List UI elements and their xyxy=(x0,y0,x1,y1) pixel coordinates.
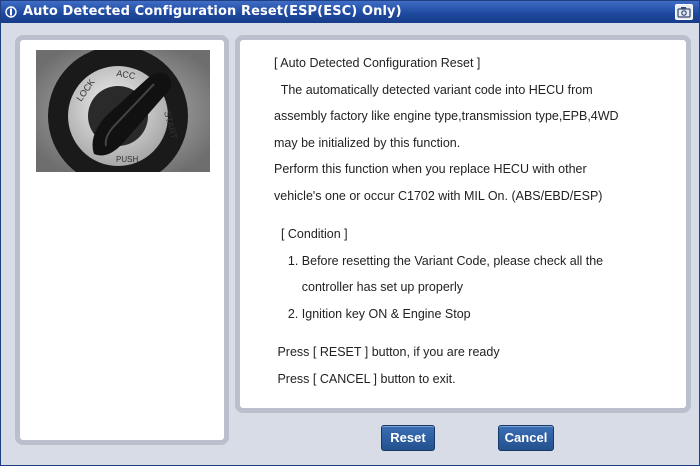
image-panel: LOCK ACC START PUSH xyxy=(15,35,229,445)
condition-item: controller has set up properly xyxy=(274,280,463,294)
ignition-key-image: LOCK ACC START PUSH xyxy=(36,50,210,172)
ignition-key-icon: LOCK ACC START PUSH xyxy=(36,50,210,172)
intro-line: assembly factory like engine type,transm… xyxy=(274,109,619,123)
reset-button[interactable]: Reset xyxy=(381,425,435,451)
push-label: PUSH xyxy=(116,155,138,164)
info-panel: [ Auto Detected Configuration Reset ] Th… xyxy=(235,35,691,413)
camera-icon xyxy=(677,7,691,18)
app-icon xyxy=(5,6,17,18)
title-bar: Auto Detected Configuration Reset(ESP(ES… xyxy=(1,1,699,23)
info-text: [ Auto Detected Configuration Reset ] Th… xyxy=(274,50,676,392)
dialog-window: Auto Detected Configuration Reset(ESP(ES… xyxy=(0,0,700,466)
condition-item: 2. Ignition key ON & Engine Stop xyxy=(274,306,471,321)
window-title: Auto Detected Configuration Reset(ESP(ES… xyxy=(23,4,402,19)
intro-line: The automatically detected variant code … xyxy=(274,82,593,97)
info-heading: [ Auto Detected Configuration Reset ] xyxy=(274,56,481,70)
intro-line: vehicle's one or occur C1702 with MIL On… xyxy=(274,188,603,203)
condition-item: 1. Before resetting the Variant Code, pl… xyxy=(274,253,604,268)
intro-line: Perform this function when you replace H… xyxy=(274,162,587,176)
instruction-line: Press [ RESET ] button, if you are ready xyxy=(274,345,500,359)
intro-line: may be initialized by this function. xyxy=(274,135,461,150)
instruction-line: Press [ CANCEL ] button to exit. xyxy=(274,371,456,386)
cancel-button[interactable]: Cancel xyxy=(498,425,554,451)
screenshot-button[interactable] xyxy=(675,4,693,20)
condition-heading: [ Condition ] xyxy=(274,227,348,241)
